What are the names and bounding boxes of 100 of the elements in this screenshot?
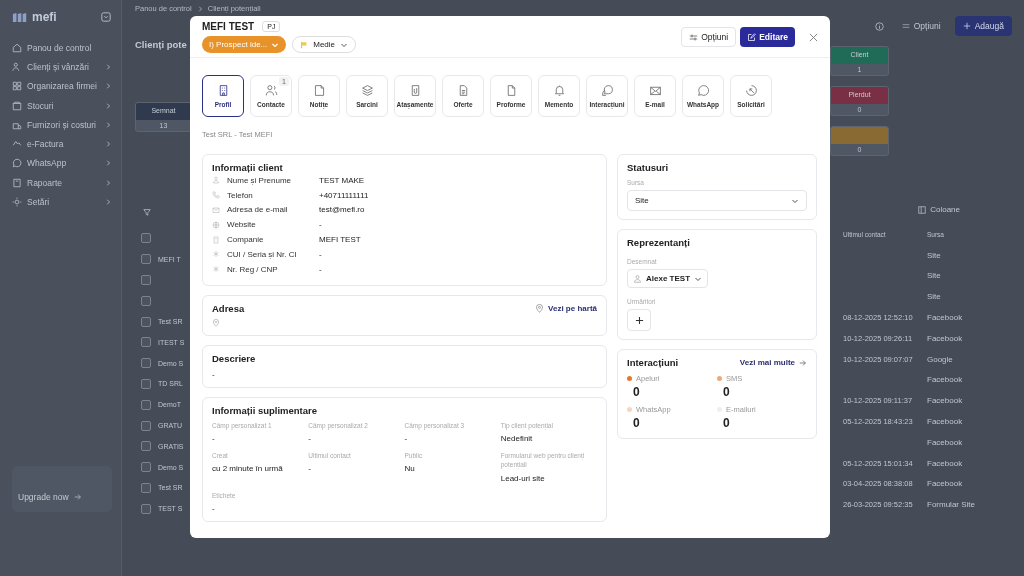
card-title: Descriere <box>212 352 257 364</box>
source-select[interactable]: Site <box>627 190 807 211</box>
plus-icon <box>962 22 971 30</box>
nav-item[interactable]: Clienți și vânzări <box>12 57 121 77</box>
phone-icon <box>212 191 220 200</box>
info-icon[interactable] <box>874 21 884 31</box>
field-value: Lead-uri site <box>500 473 546 483</box>
field-value: +40711111111 <box>319 190 369 200</box>
checkbox[interactable] <box>141 275 151 285</box>
more-link[interactable]: Vezi mai multe <box>739 358 807 367</box>
checkbox[interactable] <box>141 358 151 369</box>
card-title: Reprezentanți <box>627 237 691 248</box>
asterisk-icon <box>212 250 220 259</box>
chevron-right-icon <box>105 179 111 186</box>
checkbox[interactable] <box>141 233 151 244</box>
description-text: - <box>212 369 216 379</box>
table-cell: Facebook <box>927 479 963 489</box>
field-label: CUI / Seria și Nr. CI <box>227 249 298 259</box>
checkbox[interactable] <box>141 378 151 389</box>
options-button[interactable]: Opțiuni <box>681 27 737 47</box>
assignee-dropdown[interactable]: Alexe TEST <box>627 269 708 288</box>
checkbox[interactable] <box>141 482 151 493</box>
columns-icon <box>918 205 927 214</box>
chevron-right-icon <box>105 121 111 128</box>
card-title: Adresa <box>212 302 245 314</box>
nav-item[interactable]: Setări <box>12 192 121 212</box>
map-link[interactable]: Vezi pe hartă <box>535 303 597 313</box>
checkbox[interactable] <box>141 441 151 452</box>
field-value: test@mefi.ro <box>319 205 365 215</box>
field-label: Adresa de e-mail <box>227 205 289 215</box>
field-value: cu 2 minute în urmă <box>212 464 284 474</box>
columns-button[interactable]: Coloane <box>918 205 960 214</box>
layers-icon <box>360 84 374 97</box>
close-icon[interactable] <box>809 32 818 42</box>
nav-item[interactable]: Panou de control <box>12 38 121 58</box>
table-cell: Facebook <box>927 375 963 385</box>
field-label: Website <box>227 220 257 230</box>
card-title: Statusuri <box>627 162 670 173</box>
collapse-icon[interactable] <box>101 12 111 22</box>
table-cell: Facebook <box>927 396 963 406</box>
chevron-right-icon <box>105 141 111 148</box>
field-value: Nu <box>404 464 416 474</box>
page-title: Clienți pote <box>135 39 188 50</box>
chat-icon <box>696 84 710 97</box>
flag-icon <box>300 40 309 49</box>
upgrade-link[interactable]: Upgrade now <box>18 492 82 502</box>
stat-value: 0 <box>632 416 641 430</box>
checkbox[interactable] <box>141 254 151 265</box>
chevron-right-icon <box>105 160 111 167</box>
field-label: Nume și Prenume <box>227 175 293 185</box>
add-follower-button[interactable] <box>627 309 651 331</box>
nav-item[interactable]: Stocuri <box>12 95 121 116</box>
nav-item[interactable]: Organizarea firmei <box>12 76 121 96</box>
sliders-icon <box>901 22 910 30</box>
table-cell: Formular Site <box>927 500 975 510</box>
checkbox[interactable] <box>141 503 151 514</box>
pointer-icon <box>744 84 758 97</box>
chevron-right-icon <box>105 102 111 109</box>
field-value: MEFI TEST <box>319 235 361 245</box>
stat-value: 0 <box>722 385 731 399</box>
field-value: TEST MAKE <box>319 175 365 185</box>
field-value: - <box>212 434 216 443</box>
bell-icon <box>552 84 566 97</box>
nav-item[interactable]: Furnizori și costuri <box>12 115 121 135</box>
options-button[interactable]: Opțiuni <box>901 21 941 31</box>
edit-button[interactable]: Editare <box>740 27 795 47</box>
checkbox[interactable] <box>141 337 151 348</box>
table-cell: Facebook <box>927 333 963 343</box>
chat-bubbles-icon <box>600 84 614 97</box>
nav-item[interactable]: Rapoarte <box>12 173 121 193</box>
field-value: - <box>212 504 216 514</box>
add-button[interactable]: Adaugă <box>954 16 1012 36</box>
field-value: - <box>319 264 322 274</box>
checkbox[interactable] <box>141 295 151 306</box>
card-title: Informații client <box>212 162 284 173</box>
dialog-title: MEFI TEST <box>202 21 255 32</box>
checkbox[interactable] <box>141 399 151 410</box>
card-title: Interacțiuni <box>627 357 679 368</box>
checkbox[interactable] <box>141 462 151 473</box>
table-cell: Facebook <box>927 313 963 323</box>
chevron-right-icon <box>196 5 203 12</box>
note-icon <box>312 84 326 97</box>
field-value: - <box>308 434 312 443</box>
filter-icon[interactable] <box>143 208 151 216</box>
nav-item[interactable]: WhatsApp <box>12 153 121 174</box>
envelope-icon <box>648 84 662 97</box>
stat-value: 0 <box>722 416 731 430</box>
checkbox[interactable] <box>141 316 151 327</box>
logo-icon <box>12 11 28 23</box>
table-cell: Facebook <box>927 417 963 427</box>
building-icon <box>212 235 220 244</box>
nav-item[interactable]: e-Factura <box>12 134 121 154</box>
checkbox[interactable] <box>141 420 151 431</box>
table-cell: Facebook <box>927 458 963 468</box>
location-pin-icon <box>212 318 220 327</box>
logo-text: mefi <box>32 10 57 24</box>
field-label: Companie <box>227 235 265 245</box>
edit-icon <box>747 32 757 42</box>
arrow-right-icon <box>799 358 807 367</box>
field-label: Nr. Reg / CNP <box>227 264 279 274</box>
